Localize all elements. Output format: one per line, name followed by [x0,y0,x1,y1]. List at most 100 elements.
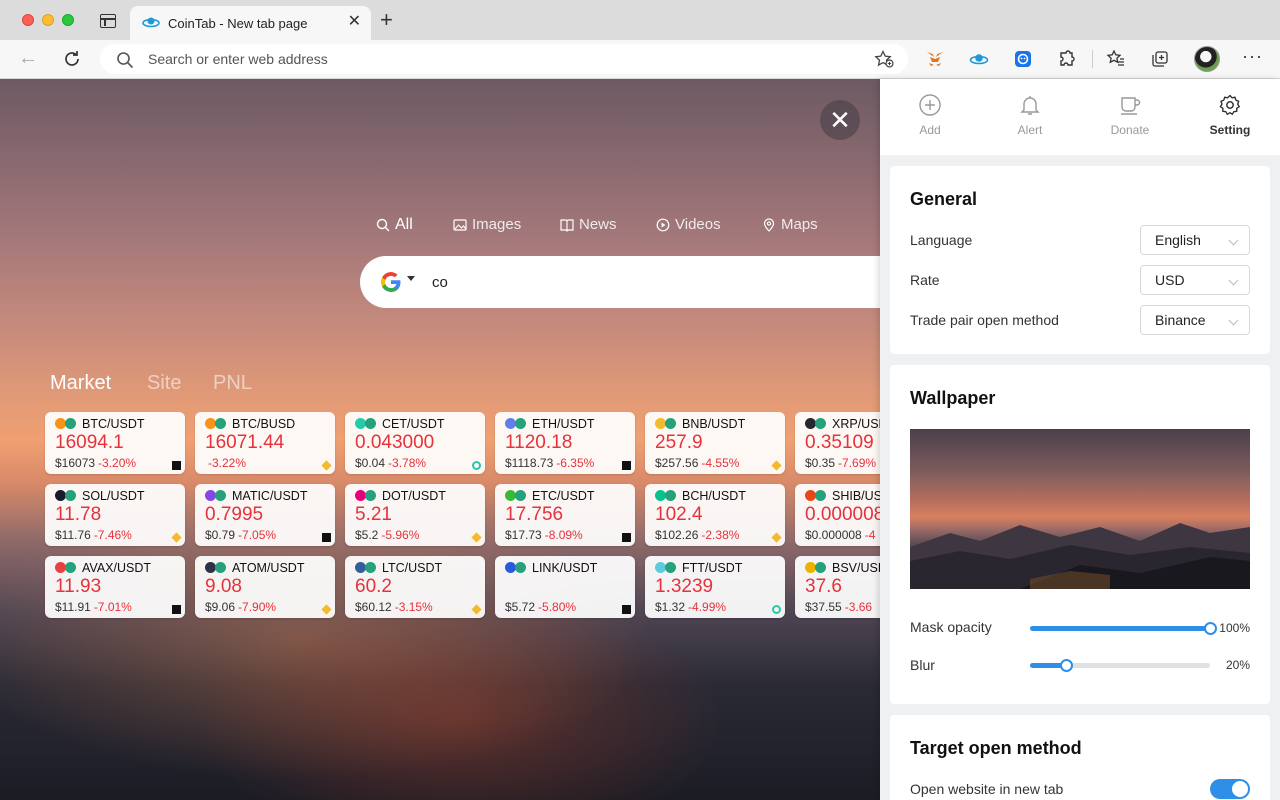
search-tab-news[interactable]: News [560,216,617,233]
change-value: -6.35% [556,456,595,470]
more-menu-icon[interactable]: ··· [1242,46,1263,67]
tab-close-icon[interactable]: ✕ [348,13,361,31]
pair-price: 17.756 [505,504,564,525]
tether-icon [65,562,76,573]
gear-icon [1219,94,1240,115]
pair-name: ETC/USDT [532,489,595,503]
market-card[interactable]: ETH/USDT 1120.18 $1118.73 -6.35% [495,412,635,474]
wallpaper-thumbnail[interactable] [910,429,1250,589]
blur-label: Blur [910,657,935,673]
blur-slider[interactable] [1030,659,1210,672]
search-tab-images[interactable]: Images [453,216,521,233]
profile-avatar[interactable] [1194,46,1220,72]
window-zoom-button[interactable] [62,14,74,26]
favorites-list-icon[interactable] [1105,48,1127,70]
reload-icon[interactable] [62,49,82,69]
language-select[interactable]: English [1140,225,1250,255]
usd-value: $37.55 [805,600,842,614]
tab-cointab[interactable]: CoinTab - New tab page ✕ [130,6,371,40]
market-card[interactable]: ATOM/USDT 9.08 $9.06 -7.90% [195,556,335,618]
market-card[interactable]: FTT/USDT 1.3239 $1.32 -4.99% [645,556,785,618]
window-close-button[interactable] [22,14,34,26]
new-tab-button[interactable]: + [380,9,393,31]
search-tab-videos[interactable]: Videos [656,216,721,233]
market-card[interactable]: BTC/BUSD 16071.44 -3.22% [195,412,335,474]
address-bar[interactable] [100,44,908,74]
nav-add[interactable]: Add [880,93,980,137]
pair-price: 37.6 [805,576,842,597]
exchange-icon [622,461,631,470]
window-minimize-button[interactable] [42,14,54,26]
chevron-down-icon [1228,275,1239,286]
target-open-section: Target open method Open website in new t… [890,715,1270,800]
coin-pair-icon [205,418,227,430]
google-icon[interactable] [380,271,402,293]
collections-icon[interactable] [1149,48,1171,70]
pair-price: 16094.1 [55,432,124,453]
market-card[interactable]: BNB/USDT 257.9 $257.56 -4.55% [645,412,785,474]
open-new-tab-toggle[interactable] [1210,779,1250,799]
close-search-button[interactable]: ✕ [820,100,860,140]
pair-sub-values: $1.32 -4.99% [655,600,726,614]
market-card[interactable]: LTC/USDT 60.2 $60.12 -3.15% [345,556,485,618]
coin-pair-icon [655,490,677,502]
pair-sub-values: $16073 -3.20% [55,456,136,470]
usd-value: $0.35 [805,456,836,470]
search-tab-all[interactable]: All [376,216,413,234]
pair-name: BTC/BUSD [232,417,296,431]
pair-name: BNB/USDT [682,417,746,431]
extensions-puzzle-icon[interactable] [1056,48,1078,70]
image-icon [453,218,467,231]
nav-donate[interactable]: Donate [1080,93,1180,137]
nav-alert[interactable]: Alert [980,93,1080,137]
address-input[interactable] [148,44,848,74]
tab-actions-icon[interactable] [100,14,116,28]
market-card[interactable]: SOL/USDT 11.78 $11.76 -7.46% [45,484,185,546]
market-card[interactable]: LINK/USDT $5.72 -5.80% [495,556,635,618]
tab-market[interactable]: Market [50,372,111,395]
mountain-image [910,523,1250,589]
chat-extension-icon[interactable] [1012,48,1034,70]
market-card[interactable]: DOT/USDT 5.21 $5.2 -5.96% [345,484,485,546]
pair-price: 11.93 [55,576,102,597]
market-card[interactable]: CET/USDT 0.043000 $0.04 -3.78% [345,412,485,474]
tether-icon [515,490,526,501]
pair-sub-values: $0.79 -7.05% [205,528,276,542]
cointab-extension-icon[interactable] [968,48,990,70]
mask-opacity-slider[interactable] [1030,622,1217,635]
web-search-box[interactable] [360,256,920,308]
tether-icon [215,490,226,501]
tab-site[interactable]: Site [147,372,181,395]
usd-value: $11.91 [55,600,91,614]
nav-setting[interactable]: Setting [1180,93,1280,137]
market-card[interactable]: AVAX/USDT 11.93 $11.91 -7.01% [45,556,185,618]
trade-open-select[interactable]: Binance [1140,305,1250,335]
blur-value: 20% [1225,658,1250,672]
tether-icon [365,490,376,501]
search-icon [117,52,134,69]
market-card[interactable]: MATIC/USDT 0.7995 $0.79 -7.05% [195,484,335,546]
change-value: -3.22% [208,456,247,470]
tether-icon [815,562,826,573]
pair-sub-values: $1118.73 -6.35% [505,456,594,470]
market-card[interactable]: BTC/USDT 16094.1 $16073 -3.20% [45,412,185,474]
market-card[interactable]: ETC/USDT 17.756 $17.73 -8.09% [495,484,635,546]
back-arrow-icon[interactable]: ← [18,48,38,68]
market-card[interactable]: BCH/USDT 102.4 $102.26 -2.38% [645,484,785,546]
tab-pnl[interactable]: PNL [213,372,252,395]
pair-sub-values: $5.72 -5.80% [505,600,576,614]
general-section: General Language English Rate USD Trade … [890,166,1270,354]
search-input[interactable] [432,256,872,308]
add-favorite-icon[interactable] [874,50,894,68]
pair-name: CET/USDT [382,417,445,431]
engine-dropdown-caret[interactable] [407,276,415,281]
coin-pair-icon [805,562,827,574]
search-tab-maps[interactable]: Maps [762,216,818,233]
slider-handle[interactable] [1060,659,1073,672]
pair-price: 11.78 [55,504,102,525]
coin-pair-icon [205,490,227,502]
rate-select[interactable]: USD [1140,265,1250,295]
slider-handle[interactable] [1204,622,1217,635]
metamask-extension-icon[interactable] [924,48,946,70]
change-value: -3.15% [394,600,433,614]
